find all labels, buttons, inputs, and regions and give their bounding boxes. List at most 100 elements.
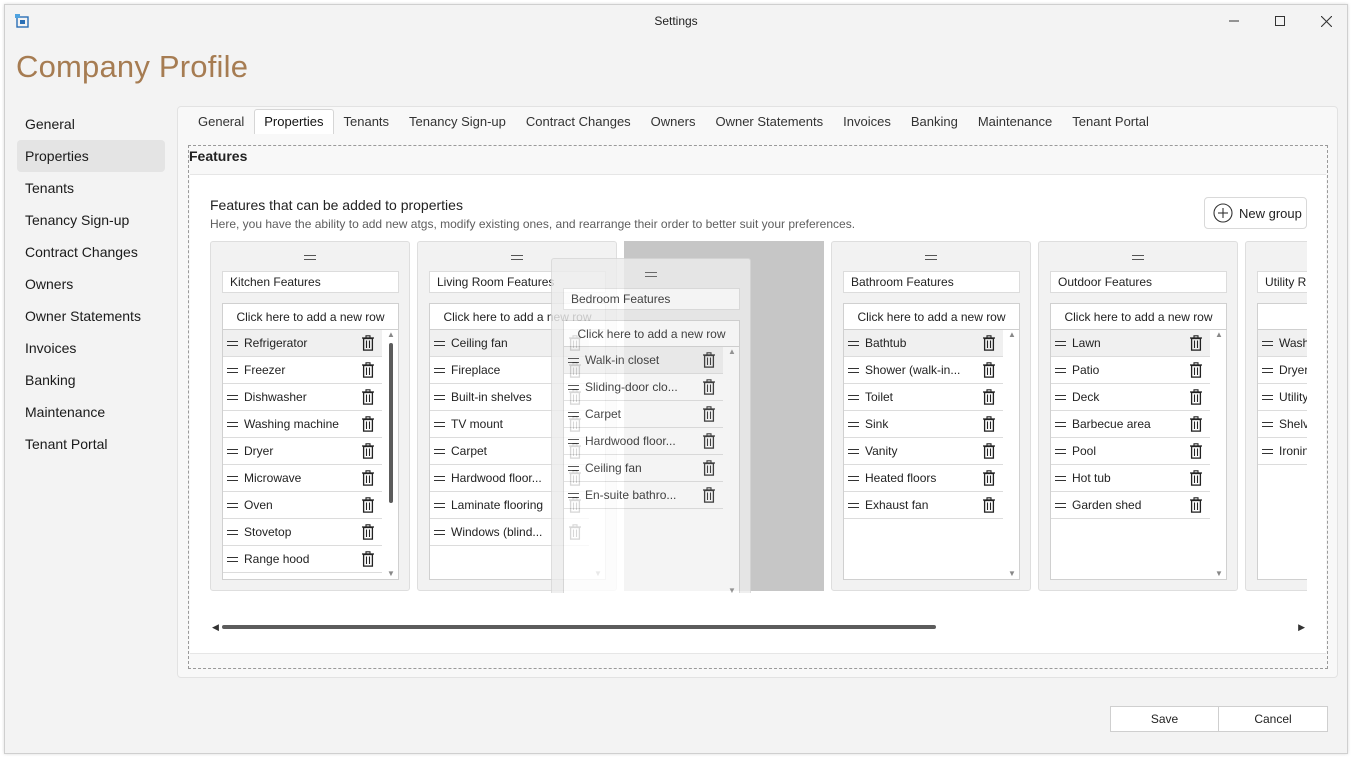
- group-name-field[interactable]: Outdoor Features: [1050, 271, 1227, 293]
- save-button[interactable]: Save: [1110, 706, 1219, 732]
- tab-properties[interactable]: Properties: [254, 109, 334, 134]
- row-drag-handle-icon[interactable]: [568, 465, 579, 471]
- maximize-button[interactable]: [1257, 5, 1303, 37]
- trash-icon[interactable]: [982, 443, 996, 459]
- feature-row[interactable]: Washing machine: [223, 411, 382, 438]
- group-drag-handle-icon[interactable]: [511, 255, 523, 263]
- scroll-down-icon[interactable]: ▼: [728, 587, 736, 594]
- row-drag-handle-icon[interactable]: [1262, 340, 1273, 346]
- row-drag-handle-icon[interactable]: [1055, 475, 1066, 481]
- trash-icon[interactable]: [361, 470, 375, 486]
- row-drag-handle-icon[interactable]: [848, 421, 859, 427]
- row-drag-handle-icon[interactable]: [568, 411, 579, 417]
- row-drag-handle-icon[interactable]: [1262, 367, 1273, 373]
- trash-icon[interactable]: [361, 497, 375, 513]
- feature-row[interactable]: Patio: [1051, 357, 1210, 384]
- feature-row[interactable]: Toilet: [844, 384, 1003, 411]
- tab-tenants[interactable]: Tenants: [334, 109, 400, 134]
- group-drag-handle-icon[interactable]: [1132, 255, 1144, 263]
- trash-icon[interactable]: [1189, 389, 1203, 405]
- tab-general[interactable]: General: [188, 109, 254, 134]
- trash-icon[interactable]: [1189, 416, 1203, 432]
- group-name-field[interactable]: Kitchen Features: [222, 271, 399, 293]
- new-group-button[interactable]: New group: [1204, 197, 1307, 229]
- trash-icon[interactable]: [1189, 443, 1203, 459]
- row-drag-handle-icon[interactable]: [434, 394, 445, 400]
- row-drag-handle-icon[interactable]: [227, 502, 238, 508]
- trash-icon[interactable]: [702, 406, 716, 422]
- feature-group[interactable]: Bathroom Features Click here to add a new…: [831, 241, 1031, 591]
- add-row-button[interactable]: Click here to add a new row: [223, 304, 398, 330]
- row-drag-handle-icon[interactable]: [1055, 448, 1066, 454]
- row-drag-handle-icon[interactable]: [434, 340, 445, 346]
- scroll-up-icon[interactable]: ▲: [728, 348, 736, 356]
- sidebar-item-properties[interactable]: Properties: [17, 140, 165, 172]
- dragging-feature-group[interactable]: Bedroom Features Click here to add a new …: [551, 258, 751, 593]
- row-drag-handle-icon[interactable]: [1055, 502, 1066, 508]
- row-drag-handle-icon[interactable]: [434, 448, 445, 454]
- scroll-up-icon[interactable]: ▲: [387, 331, 395, 339]
- feature-group[interactable]: Utility R Click h Wash Dryer Utility Shelv Iro…: [1245, 241, 1307, 591]
- feature-row[interactable]: Stovetop: [223, 519, 382, 546]
- feature-row[interactable]: Ironin: [1258, 438, 1307, 465]
- feature-row[interactable]: Barbecue area: [1051, 411, 1210, 438]
- row-drag-handle-icon[interactable]: [848, 448, 859, 454]
- feature-row[interactable]: Ceiling fan: [564, 455, 723, 482]
- row-drag-handle-icon[interactable]: [1055, 394, 1066, 400]
- tab-tenant-portal[interactable]: Tenant Portal: [1062, 109, 1159, 134]
- trash-icon[interactable]: [702, 352, 716, 368]
- row-drag-handle-icon[interactable]: [434, 502, 445, 508]
- scroll-left-icon[interactable]: ◀: [212, 622, 219, 633]
- add-row-button[interactable]: Click here to add a new row: [1051, 304, 1226, 330]
- trash-icon[interactable]: [702, 433, 716, 449]
- minimize-button[interactable]: [1211, 5, 1257, 37]
- group-drag-handle-icon[interactable]: [645, 272, 657, 280]
- trash-icon[interactable]: [1189, 335, 1203, 351]
- trash-icon[interactable]: [1189, 497, 1203, 513]
- trash-icon[interactable]: [982, 389, 996, 405]
- feature-row[interactable]: Pool: [1051, 438, 1210, 465]
- feature-row[interactable]: Freezer: [223, 357, 382, 384]
- scroll-up-icon[interactable]: ▲: [1008, 331, 1016, 339]
- scroll-up-icon[interactable]: ▲: [1215, 331, 1223, 339]
- tab-tenancy-sign-up[interactable]: Tenancy Sign-up: [399, 109, 516, 134]
- sidebar-item-tenancy-sign-up[interactable]: Tenancy Sign-up: [17, 204, 165, 236]
- row-drag-handle-icon[interactable]: [848, 502, 859, 508]
- feature-row[interactable]: Hardwood floor...: [564, 428, 723, 455]
- sidebar-item-tenants[interactable]: Tenants: [17, 172, 165, 204]
- add-row-button[interactable]: Click h: [1258, 304, 1307, 330]
- tab-invoices[interactable]: Invoices: [833, 109, 901, 134]
- feature-row[interactable]: Shelv: [1258, 411, 1307, 438]
- tab-contract-changes[interactable]: Contract Changes: [516, 109, 641, 134]
- trash-icon[interactable]: [361, 362, 375, 378]
- feature-row[interactable]: Vanity: [844, 438, 1003, 465]
- row-drag-handle-icon[interactable]: [568, 357, 579, 363]
- add-row-button[interactable]: Click here to add a new row: [564, 321, 739, 347]
- vertical-scrollbar[interactable]: ▲▼: [1007, 331, 1017, 578]
- group-drag-handle-icon[interactable]: [925, 255, 937, 263]
- row-drag-handle-icon[interactable]: [227, 421, 238, 427]
- row-drag-handle-icon[interactable]: [227, 394, 238, 400]
- scroll-down-icon[interactable]: ▼: [1008, 570, 1016, 578]
- cancel-button[interactable]: Cancel: [1218, 706, 1328, 732]
- group-name-field[interactable]: Utility R: [1257, 271, 1307, 293]
- sidebar-item-owners[interactable]: Owners: [17, 268, 165, 300]
- trash-icon[interactable]: [982, 497, 996, 513]
- row-drag-handle-icon[interactable]: [568, 384, 579, 390]
- group-drag-handle-icon[interactable]: [304, 255, 316, 263]
- feature-row[interactable]: Hot tub: [1051, 465, 1210, 492]
- feature-row[interactable]: Sliding-door clo...: [564, 374, 723, 401]
- sidebar-item-tenant-portal[interactable]: Tenant Portal: [17, 428, 165, 460]
- feature-row[interactable]: Sink: [844, 411, 1003, 438]
- row-drag-handle-icon[interactable]: [848, 394, 859, 400]
- vertical-scrollbar[interactable]: ▲▼: [1214, 331, 1224, 578]
- sidebar-item-banking[interactable]: Banking: [17, 364, 165, 396]
- row-drag-handle-icon[interactable]: [848, 367, 859, 373]
- sidebar-item-general[interactable]: General: [17, 108, 165, 140]
- row-drag-handle-icon[interactable]: [1262, 448, 1273, 454]
- trash-icon[interactable]: [361, 335, 375, 351]
- scroll-down-icon[interactable]: ▼: [387, 570, 395, 578]
- trash-icon[interactable]: [702, 379, 716, 395]
- row-drag-handle-icon[interactable]: [848, 340, 859, 346]
- feature-row[interactable]: Lawn: [1051, 330, 1210, 357]
